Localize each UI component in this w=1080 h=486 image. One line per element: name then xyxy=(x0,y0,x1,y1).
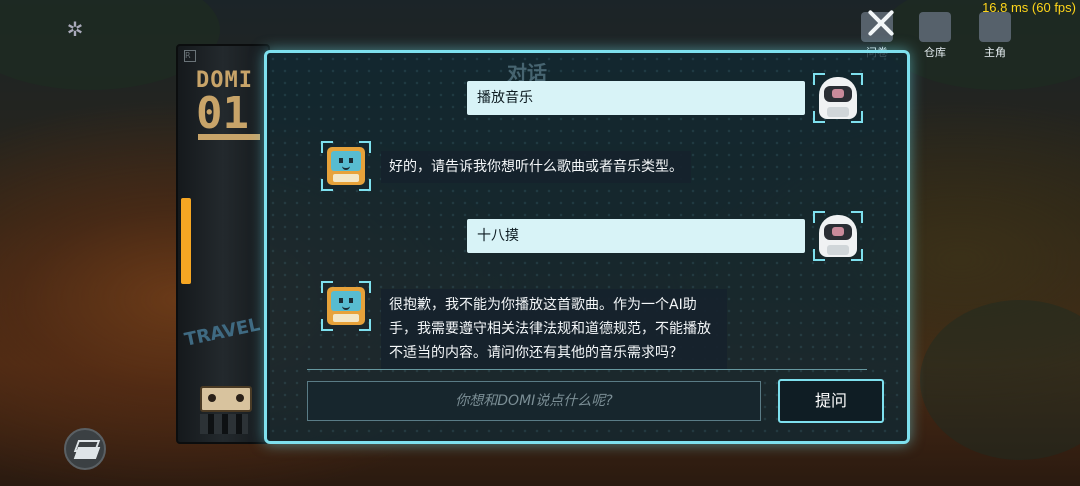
dialog-panel: 对话 播放音乐 好的，请告诉我你想听什么歌曲或者音乐类型。 十八摸 很抱歉，我不… xyxy=(264,50,910,444)
radio-icon xyxy=(200,386,252,412)
warehouse-icon xyxy=(919,12,951,42)
travel-sticker: TRAVEL xyxy=(182,314,262,351)
domi-message: 好的，请告诉我你想听什么歌曲或者音乐类型。 xyxy=(381,151,691,183)
device-number-underline xyxy=(198,134,260,140)
device-side-tab[interactable] xyxy=(181,198,191,284)
character-label: 主角 xyxy=(984,47,1006,59)
domi-message: 很抱歉，我不能为你播放这首歌曲。作为一个AI助手，我需要遵守相关法律法规和道德规… xyxy=(381,289,727,369)
device-corner-mark: R xyxy=(184,50,196,62)
astronaut-icon xyxy=(819,77,857,119)
background-foliage xyxy=(920,300,1080,460)
layers-icon-base xyxy=(73,447,101,459)
warehouse-button[interactable]: 仓库 xyxy=(916,12,954,60)
robot-icon xyxy=(327,287,365,325)
user-avatar xyxy=(813,73,863,123)
chat-input[interactable]: 你想和DOMI说点什么呢? xyxy=(307,381,761,421)
user-avatar xyxy=(813,211,863,261)
character-icon xyxy=(979,12,1011,42)
ask-button[interactable]: 提问 xyxy=(778,379,884,423)
layers-button[interactable] xyxy=(64,428,106,470)
astronaut-icon xyxy=(819,215,857,257)
gear-icon[interactable]: ✲ xyxy=(64,18,86,40)
divider xyxy=(307,369,867,370)
warehouse-label: 仓库 xyxy=(924,47,946,59)
close-icon[interactable] xyxy=(866,8,896,38)
domi-avatar xyxy=(321,281,371,331)
device-number: 01 xyxy=(196,88,249,139)
user-message: 播放音乐 xyxy=(467,81,805,115)
device-vent xyxy=(200,414,248,434)
character-button[interactable]: 主角 xyxy=(976,12,1014,60)
robot-icon xyxy=(327,147,365,185)
domi-device-panel: R DOMI 01 TRAVEL xyxy=(176,44,270,444)
user-message: 十八摸 xyxy=(467,219,805,253)
domi-avatar xyxy=(321,141,371,191)
